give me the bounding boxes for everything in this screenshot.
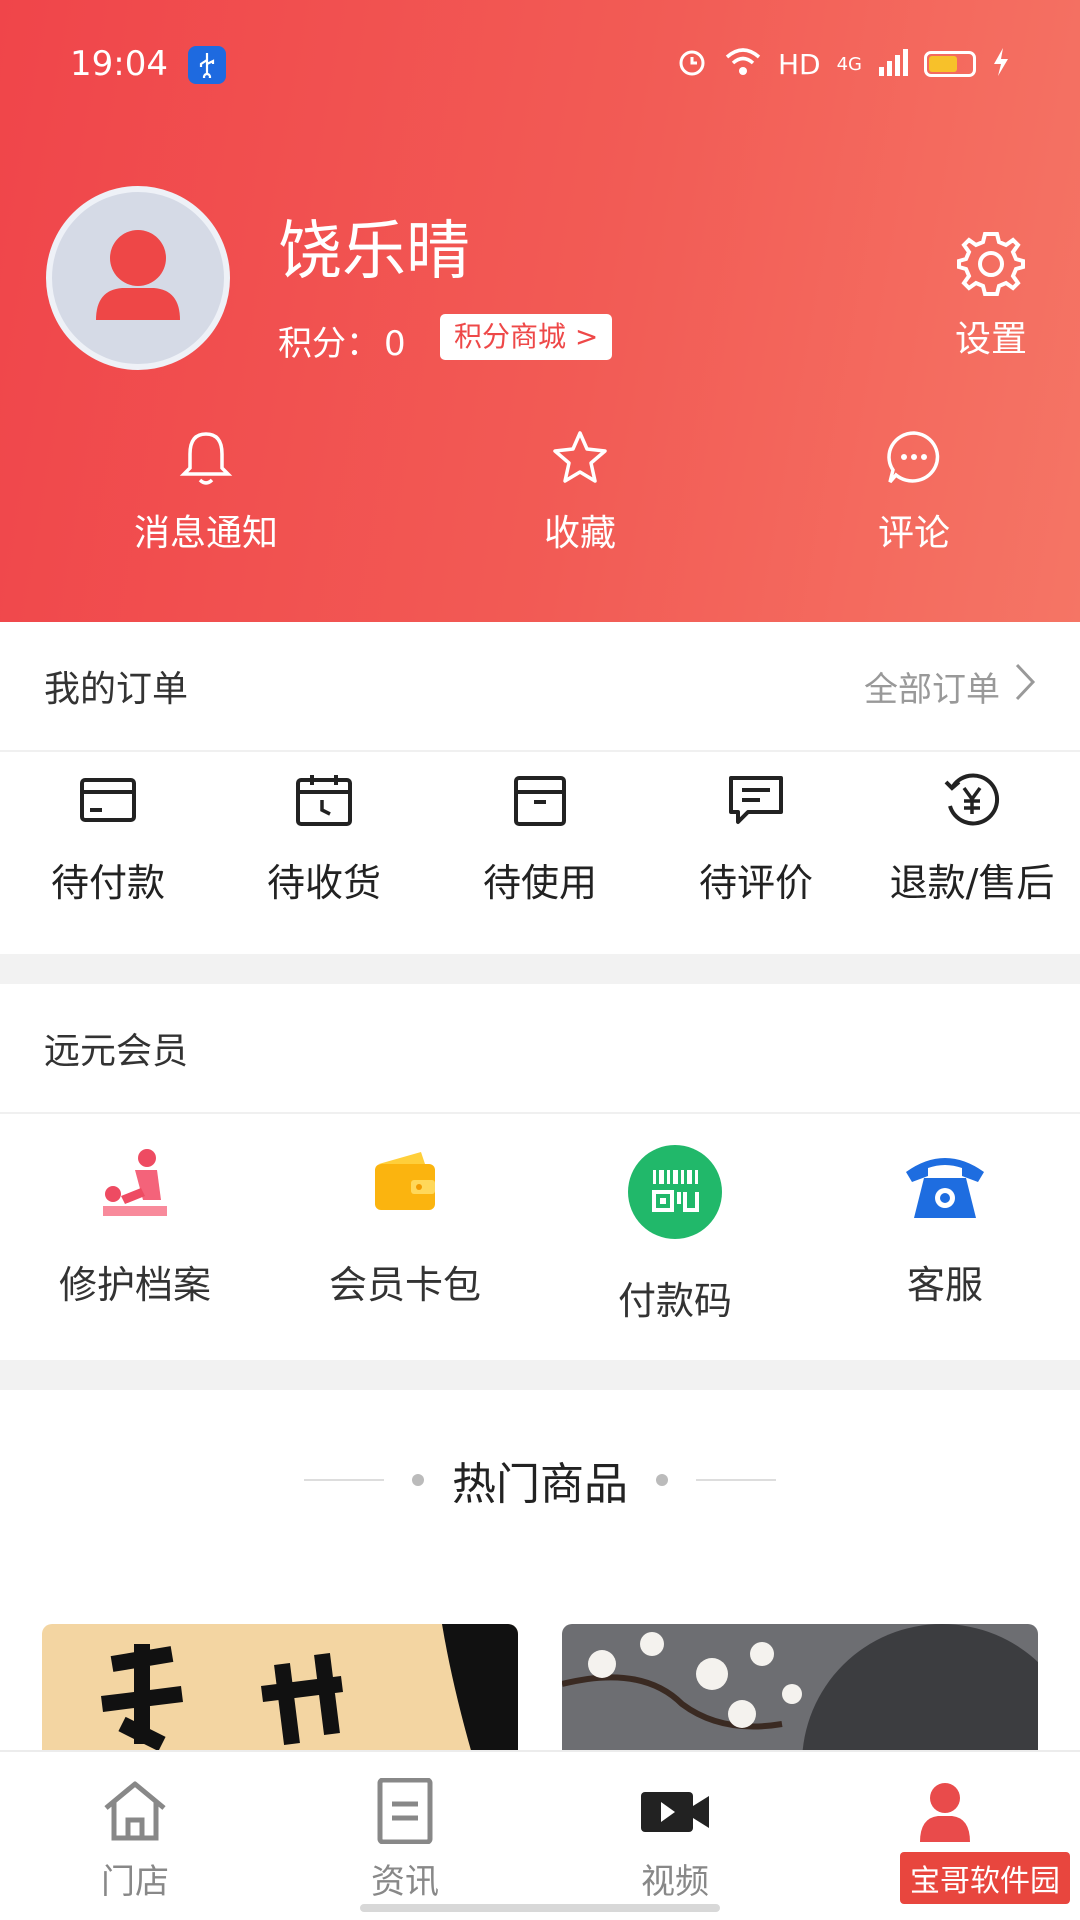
member-customer-service[interactable]: 客服 bbox=[810, 1144, 1080, 1325]
barcode-icon bbox=[627, 1145, 723, 1244]
points-mall-button[interactable]: 积分商城 > bbox=[440, 314, 613, 360]
home-icon bbox=[100, 1781, 170, 1848]
card-icon bbox=[78, 778, 138, 832]
calendar-icon bbox=[294, 775, 354, 832]
avatar[interactable] bbox=[46, 186, 230, 370]
user-name: 饶乐晴 bbox=[278, 215, 470, 289]
orders-title: 我的订单 bbox=[44, 669, 189, 710]
order-status-grid: 待付款 待收货 待使用 待评价 退款/售后 bbox=[0, 772, 1080, 907]
box-icon bbox=[510, 776, 570, 832]
quick-comments[interactable]: 评论 bbox=[804, 428, 1024, 556]
tab-store[interactable]: 门店 bbox=[0, 1752, 270, 1920]
wallet-icon bbox=[365, 1152, 445, 1228]
hot-products-section: 热门商品 bbox=[0, 1390, 1080, 1754]
hot-products-title-row: 热门商品 bbox=[0, 1448, 1080, 1512]
signal-icon bbox=[878, 47, 908, 81]
bell-icon bbox=[178, 432, 234, 492]
all-orders-label: 全部订单 bbox=[864, 669, 1000, 710]
membership-header: 远元会员 bbox=[0, 984, 1080, 1114]
order-pending-payment[interactable]: 待付款 bbox=[0, 772, 216, 907]
signal-type: 4G bbox=[836, 53, 862, 75]
points-value: 0 bbox=[384, 324, 406, 364]
status-time: 19:04 bbox=[70, 44, 168, 84]
membership-grid: 修护档案 会员卡包 付款码 客服 bbox=[0, 1144, 1080, 1325]
order-label: 退款/售后 bbox=[889, 861, 1055, 905]
chevron-right-icon bbox=[1014, 662, 1036, 711]
tab-label: 视频 bbox=[641, 1862, 709, 1902]
quick-favorites[interactable]: 收藏 bbox=[470, 428, 690, 556]
video-icon bbox=[637, 1792, 713, 1848]
order-label: 待付款 bbox=[50, 861, 165, 905]
order-pending-review[interactable]: 待评价 bbox=[648, 772, 864, 907]
battery-icon bbox=[924, 51, 976, 77]
member-label: 付款码 bbox=[617, 1279, 732, 1323]
member-label: 修护档案 bbox=[58, 1263, 211, 1307]
member-card-wallet[interactable]: 会员卡包 bbox=[270, 1144, 540, 1325]
tab-news[interactable]: 资讯 bbox=[270, 1752, 540, 1920]
product-card-flowers[interactable] bbox=[562, 1624, 1038, 1754]
settings-label: 设置 bbox=[954, 319, 1027, 360]
order-label: 待使用 bbox=[482, 861, 597, 905]
charging-icon bbox=[992, 47, 1010, 81]
tab-label: 资讯 bbox=[371, 1862, 439, 1902]
profile-header: 19:04 HD 4G 饶乐晴 积分： 0 积分商城 > 设置 消息通知 收藏 … bbox=[0, 0, 1080, 622]
news-icon bbox=[370, 1777, 440, 1848]
bottom-tab-bar: 门店 资讯 视频 我的 宝哥软件园 bbox=[0, 1750, 1080, 1920]
member-label: 客服 bbox=[906, 1263, 983, 1307]
orders-card: 我的订单 全部订单 待付款 待收货 待使用 待评价 退款/售后 bbox=[0, 622, 1080, 954]
watermark: 宝哥软件园 bbox=[900, 1852, 1070, 1904]
member-payment-code[interactable]: 付款码 bbox=[540, 1144, 810, 1325]
quick-label: 收藏 bbox=[543, 513, 616, 554]
status-bar: 19:04 HD 4G bbox=[0, 40, 1080, 90]
user-icon bbox=[910, 1783, 980, 1848]
settings-button[interactable]: 设置 bbox=[946, 226, 1036, 362]
chat-icon bbox=[884, 431, 944, 492]
order-pending-use[interactable]: 待使用 bbox=[432, 772, 648, 907]
order-label: 待评价 bbox=[698, 861, 813, 905]
quick-label: 消息通知 bbox=[133, 513, 278, 554]
product-card-calligraphy[interactable] bbox=[42, 1624, 518, 1754]
massage-icon bbox=[95, 1149, 175, 1228]
quick-label: 评论 bbox=[877, 513, 950, 554]
alarm-icon bbox=[676, 46, 708, 82]
comment-icon bbox=[726, 776, 786, 832]
tab-label: 门店 bbox=[101, 1862, 169, 1902]
phone-icon bbox=[902, 1158, 988, 1228]
points-label: 积分： bbox=[278, 324, 380, 364]
points-row: 积分： 0 bbox=[278, 316, 406, 365]
member-label: 会员卡包 bbox=[328, 1263, 481, 1307]
refund-yen-icon bbox=[942, 773, 1002, 832]
orders-header: 我的订单 全部订单 bbox=[0, 622, 1080, 752]
membership-card: 远元会员 修护档案 会员卡包 付款码 客服 bbox=[0, 984, 1080, 1360]
membership-title: 远元会员 bbox=[44, 1031, 189, 1072]
gear-icon bbox=[955, 232, 1027, 302]
network-type: HD bbox=[777, 47, 821, 81]
order-refund[interactable]: 退款/售后 bbox=[864, 772, 1080, 907]
home-indicator[interactable] bbox=[360, 1904, 720, 1912]
quick-notifications[interactable]: 消息通知 bbox=[96, 428, 316, 556]
hot-products-title: 热门商品 bbox=[452, 1459, 628, 1510]
star-icon bbox=[550, 431, 610, 492]
tab-video[interactable]: 视频 bbox=[540, 1752, 810, 1920]
order-label: 待收货 bbox=[266, 861, 381, 905]
status-icons: HD 4G bbox=[676, 46, 1010, 82]
wifi-icon bbox=[724, 47, 762, 81]
usb-icon bbox=[188, 46, 226, 84]
member-repair-records[interactable]: 修护档案 bbox=[0, 1144, 270, 1325]
order-pending-receipt[interactable]: 待收货 bbox=[216, 772, 432, 907]
all-orders-link[interactable]: 全部订单 bbox=[864, 662, 1036, 711]
